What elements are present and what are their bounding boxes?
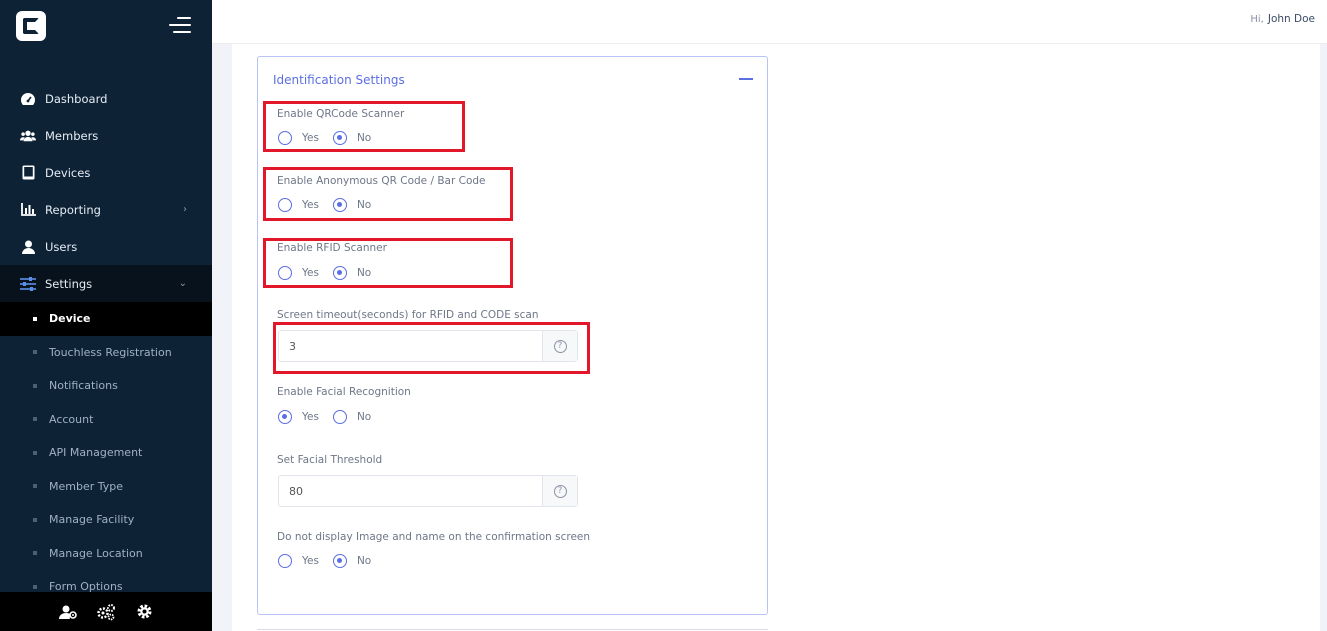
- hide-image-label: Do not display Image and name on the con…: [277, 531, 591, 543]
- submenu-item-device[interactable]: Device: [0, 302, 212, 336]
- submenu-item-member-type[interactable]: Member Type: [0, 470, 212, 504]
- submenu-item-touchless-registration[interactable]: Touchless Registration: [0, 336, 212, 370]
- radio-label: Yes: [302, 555, 319, 567]
- top-header: Hi, John Doe: [212, 0, 1327, 44]
- submenu-item-label: Notifications: [49, 379, 118, 393]
- chart-icon: [20, 202, 36, 218]
- user-icon: [20, 239, 36, 255]
- submenu-item-label: API Management: [49, 446, 143, 460]
- sidebar-nav: Dashboard Members Devices Reporting › Us…: [0, 80, 212, 604]
- submenu-item-manage-location[interactable]: Manage Location: [0, 537, 212, 571]
- sidebar-item-label: Dashboard: [45, 91, 108, 106]
- menu-toggle-icon[interactable]: [169, 17, 191, 35]
- sidebar-item-reporting[interactable]: Reporting ›: [0, 191, 212, 228]
- submenu-item-label: Manage Location: [49, 546, 143, 560]
- facial-threshold-label: Set Facial Threshold: [277, 454, 383, 466]
- chevron-right-icon: ›: [183, 204, 187, 215]
- sidebar-item-label: Users: [45, 239, 78, 254]
- user-settings-icon[interactable]: [58, 602, 78, 622]
- hide-image-no-radio[interactable]: [332, 554, 347, 568]
- facial-recognition-no-radio[interactable]: [332, 410, 347, 424]
- facial-threshold-input[interactable]: [279, 476, 542, 506]
- cogs-icon[interactable]: [96, 602, 116, 622]
- sidebar: Dashboard Members Devices Reporting › Us…: [0, 0, 212, 631]
- members-icon: [20, 128, 36, 144]
- submenu-item-label: Device: [49, 312, 91, 326]
- threshold-help-addon[interactable]: ?: [542, 476, 577, 506]
- sidebar-item-settings[interactable]: Settings ⌄: [0, 265, 212, 302]
- sidebar-footer: [0, 592, 212, 631]
- help-icon: ?: [553, 484, 567, 498]
- hide-image-radio-group: Yes No: [278, 554, 385, 568]
- highlight-box-screen-timeout: [273, 322, 590, 374]
- highlight-box-qr-scanner: [263, 101, 465, 152]
- radio-label: No: [356, 411, 372, 423]
- greeting-text: Hi,: [1250, 14, 1264, 25]
- sidebar-item-label: Settings: [45, 276, 93, 291]
- sidebar-item-label: Members: [45, 128, 99, 143]
- highlight-box-rfid-scanner: [263, 238, 513, 288]
- sidebar-item-dashboard[interactable]: Dashboard: [0, 80, 212, 117]
- screen-timeout-label: Screen timeout(seconds) for RFID and COD…: [277, 309, 539, 321]
- facial-threshold-input-group: ?: [278, 475, 578, 507]
- sidebar-item-label: Reporting: [45, 202, 101, 217]
- sidebar-item-label: Devices: [45, 165, 91, 180]
- settings-submenu: Device Touchless Registration Notificati…: [0, 302, 212, 604]
- submenu-item-notifications[interactable]: Notifications: [0, 369, 212, 403]
- chevron-down-icon: ⌄: [178, 278, 187, 289]
- gear-icon[interactable]: [134, 602, 154, 622]
- radio-label: Yes: [302, 411, 319, 423]
- submenu-item-account[interactable]: Account: [0, 403, 212, 437]
- radio-label: No: [356, 555, 372, 567]
- user-name: John Doe: [1267, 13, 1315, 25]
- submenu-item-label: Account: [49, 412, 94, 426]
- facial-recognition-label: Enable Facial Recognition: [277, 386, 411, 398]
- user-greeting[interactable]: Hi, John Doe: [1250, 13, 1315, 25]
- tablet-icon: [20, 165, 36, 181]
- sidebar-item-users[interactable]: Users: [0, 228, 212, 265]
- collapse-icon[interactable]: [739, 78, 753, 80]
- sidebar-item-members[interactable]: Members: [0, 117, 212, 154]
- submenu-item-manage-facility[interactable]: Manage Facility: [0, 503, 212, 537]
- highlight-box-anon-code: [263, 167, 513, 221]
- facial-recognition-yes-radio[interactable]: [278, 410, 292, 424]
- sidebar-item-devices[interactable]: Devices: [0, 154, 212, 191]
- submenu-item-api-management[interactable]: API Management: [0, 436, 212, 470]
- submenu-item-label: Manage Facility: [49, 513, 135, 527]
- app-logo[interactable]: [16, 11, 46, 41]
- submenu-item-label: Touchless Registration: [49, 345, 172, 359]
- card-title: Identification Settings: [273, 73, 405, 87]
- dashboard-icon: [20, 91, 36, 107]
- facial-recognition-radio-group: Yes No: [278, 410, 385, 424]
- submenu-item-label: Member Type: [49, 479, 124, 493]
- sliders-icon: [20, 276, 36, 292]
- hide-image-yes-radio[interactable]: [278, 554, 292, 568]
